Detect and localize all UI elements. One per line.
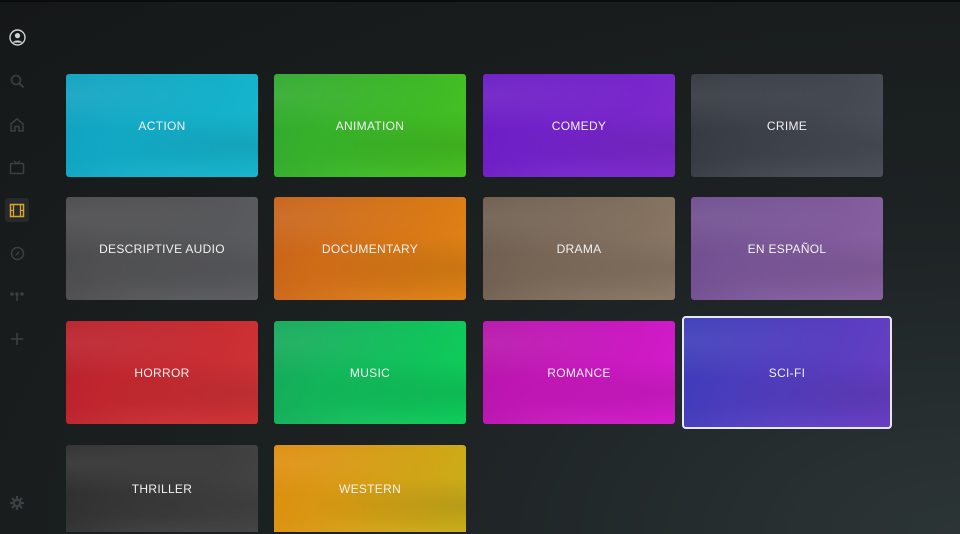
genre-tile-sci-fi[interactable]: SCI-FI xyxy=(682,316,892,429)
discover-icon[interactable] xyxy=(5,241,29,265)
genre-label: ANIMATION xyxy=(335,118,405,133)
genre-tile-descriptive-audio[interactable]: DESCRIPTIVE AUDIO xyxy=(66,197,258,300)
genre-tile-animation[interactable]: ANIMATION xyxy=(274,74,466,177)
genre-label: WESTERN xyxy=(338,481,402,496)
genre-label: ROMANCE xyxy=(547,365,611,380)
genre-label: ACTION xyxy=(138,118,186,133)
genre-label: DESCRIPTIVE AUDIO xyxy=(99,241,225,256)
home-icon[interactable] xyxy=(5,112,29,136)
genre-tile-horror[interactable]: HORROR xyxy=(66,321,258,424)
genre-label: MUSIC xyxy=(349,365,391,380)
genre-tile-drama[interactable]: DRAMA xyxy=(483,197,675,300)
settings-icon[interactable] xyxy=(5,491,29,515)
search-icon[interactable] xyxy=(5,69,29,93)
add-icon[interactable] xyxy=(5,327,29,351)
genre-tile-music[interactable]: MUSIC xyxy=(274,321,466,424)
genre-label: DOCUMENTARY xyxy=(321,241,419,256)
genre-label: CRIME xyxy=(766,118,808,133)
top-divider xyxy=(0,0,960,2)
movies-icon[interactable] xyxy=(5,198,29,222)
genre-tile-documentary[interactable]: DOCUMENTARY xyxy=(274,197,466,300)
sports-icon[interactable] xyxy=(5,284,29,308)
genre-label: HORROR xyxy=(134,365,190,380)
genre-tile-crime[interactable]: CRIME xyxy=(691,74,883,177)
genre-tile-western[interactable]: WESTERN xyxy=(274,445,466,532)
genre-tile-romance[interactable]: ROMANCE xyxy=(483,321,675,424)
sidebar xyxy=(0,0,34,534)
genre-tile-thriller[interactable]: THRILLER xyxy=(66,445,258,532)
genre-label: DRAMA xyxy=(556,241,602,256)
genre-label: COMEDY xyxy=(551,118,607,133)
genre-label: THRILLER xyxy=(131,481,193,496)
profile-icon[interactable] xyxy=(5,25,29,49)
genre-tile-en-espanol[interactable]: EN ESPAÑOL xyxy=(691,197,883,300)
genre-tile-action[interactable]: ACTION xyxy=(66,74,258,177)
genre-label: EN ESPAÑOL xyxy=(747,241,827,256)
tv-icon[interactable] xyxy=(5,155,29,179)
genre-label: SCI-FI xyxy=(768,365,806,380)
genre-tile-comedy[interactable]: COMEDY xyxy=(483,74,675,177)
